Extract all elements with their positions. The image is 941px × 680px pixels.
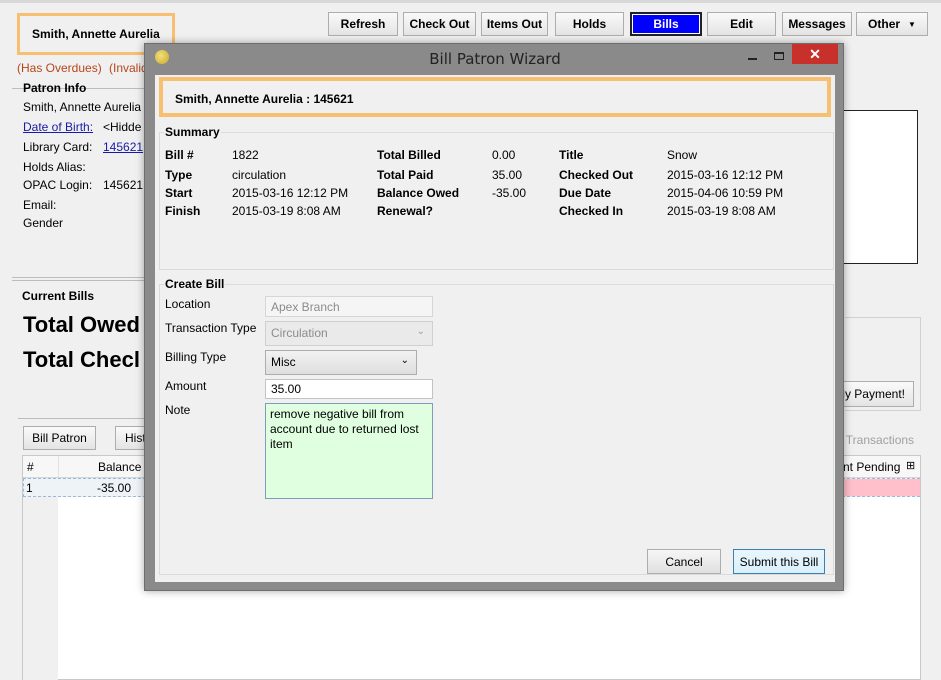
cancel-button[interactable]: Cancel [647, 549, 721, 574]
chevron-down-icon: ⌄ [400, 355, 409, 366]
column-chooser-icon[interactable]: ⊞ [906, 459, 915, 472]
create-bill-title: Create Bill [164, 277, 226, 291]
billing-type-select[interactable]: Misc ⌄ [265, 350, 417, 375]
due-date-value: 2015-04-06 10:59 PM [667, 186, 784, 200]
renewal-label: Renewal? [377, 204, 434, 218]
submit-label: Submit this Bill [739, 554, 819, 569]
minimize-button[interactable] [742, 46, 762, 66]
col-divider [58, 456, 59, 477]
patron-full-name: Smith, Annette Aurelia [23, 100, 142, 114]
checked-out-value: 2015-03-16 12:12 PM [667, 168, 784, 182]
grid-row-header-column [23, 497, 58, 680]
transaction-type-value: Circulation [271, 326, 328, 340]
checked-out-label: Checked Out [559, 168, 634, 182]
amount-input[interactable]: 35.00 [265, 379, 433, 399]
dialog-body: Smith, Annette Aurelia : 145621 Summary … [155, 75, 835, 582]
summary-title: Summary [164, 125, 221, 139]
opac-login-value: 145621 [103, 178, 144, 192]
dialog-title: Bill Patron Wizard [429, 50, 561, 68]
chevron-down-icon: ▼ [908, 19, 916, 29]
alert-overdues: (Has Overdues) [17, 61, 102, 75]
title-value: Snow [667, 148, 698, 162]
patron-info-title: Patron Info [23, 81, 87, 95]
total-billed-value: 0.00 [492, 148, 516, 162]
top-strip [0, 0, 941, 3]
total-paid-value: 35.00 [492, 168, 523, 182]
sections-divider-2 [12, 280, 147, 281]
billing-type-value: Misc [271, 355, 296, 369]
other-label: Other [868, 17, 901, 31]
current-bills-title: Current Bills [22, 289, 95, 303]
library-card-label: Library Card: [23, 140, 93, 154]
checked-in-label: Checked In [559, 204, 624, 218]
balance-owed-label: Balance Owed [377, 186, 460, 200]
row-balance: -35.00 [97, 481, 132, 495]
alert-invalid: (Invalid [109, 61, 148, 75]
col-number-header[interactable]: # [27, 460, 34, 474]
type-label: Type [165, 168, 193, 182]
maximize-button[interactable] [769, 46, 789, 66]
other-menu-button[interactable]: Other ▼ [856, 12, 928, 36]
close-icon: ✕ [809, 45, 821, 62]
location-label: Location [165, 297, 211, 311]
bill-number-value: 1822 [232, 148, 259, 162]
gender-label: Gender [23, 216, 64, 230]
billing-type-label: Billing Type [165, 350, 227, 364]
create-bill-group [159, 284, 834, 575]
dob-label-link[interactable]: Date of Birth: [23, 120, 93, 134]
check-out-button[interactable]: Check Out [403, 12, 476, 36]
start-label: Start [165, 186, 193, 200]
holds-alias-label: Holds Alias: [23, 160, 86, 174]
start-value: 2015-03-16 12:12 PM [232, 186, 349, 200]
due-date-label: Due Date [559, 186, 612, 200]
opac-login-label: OPAC Login: [23, 178, 93, 192]
finish-value: 2015-03-19 8:08 AM [232, 204, 341, 218]
title-label: Title [559, 148, 584, 162]
checked-in-value: 2015-03-19 8:08 AM [667, 204, 776, 218]
photo-panel [838, 110, 918, 264]
sections-divider [12, 277, 147, 278]
finish-label: Finish [165, 204, 201, 218]
library-card-link[interactable]: 145621 [103, 140, 143, 154]
submit-bill-button[interactable]: Submit this Bill [733, 549, 825, 574]
bills-button[interactable]: Bills [630, 12, 702, 36]
balance-owed-value: -35.00 [492, 186, 527, 200]
bills-divider [18, 418, 148, 419]
maximize-icon [774, 52, 784, 60]
location-field: Apex Branch [265, 296, 433, 317]
messages-button[interactable]: Messages [782, 12, 852, 36]
amount-label: Amount [165, 379, 207, 393]
row-number: 1 [26, 481, 33, 495]
col-pending-header[interactable]: nt Pending [843, 460, 900, 474]
items-out-button[interactable]: Items Out [481, 12, 548, 36]
show-transactions-label: d Transactions [836, 433, 915, 447]
dob-value: <Hidde [103, 120, 142, 134]
dialog-patron-header: Smith, Annette Aurelia : 145621 [159, 77, 831, 117]
cancel-label: Cancel [665, 554, 703, 569]
history-button[interactable]: Hist [115, 426, 146, 450]
total-paid-label: Total Paid [377, 168, 434, 182]
transaction-type-select: Circulation ⌄ [265, 321, 433, 346]
minimize-icon [747, 58, 757, 60]
total-checked-label: Total Checl [23, 347, 140, 372]
total-billed-label: Total Billed [377, 148, 441, 162]
bill-patron-wizard-dialog: Bill Patron Wizard ✕ Smith, Annette Aure… [144, 43, 844, 591]
total-owed-label: Total Owed [23, 312, 140, 337]
email-label: Email: [23, 198, 57, 212]
chevron-down-icon: ⌄ [416, 326, 425, 337]
bill-number-label: Bill # [165, 148, 194, 162]
transaction-type-label: Transaction Type [165, 321, 257, 335]
close-button[interactable]: ✕ [792, 44, 838, 64]
refresh-button[interactable]: Refresh [328, 12, 398, 36]
edit-button[interactable]: Edit [707, 12, 776, 36]
note-label: Note [165, 403, 191, 417]
note-textarea[interactable]: remove negative bill from account due to… [265, 403, 433, 499]
type-value: circulation [232, 168, 287, 182]
bill-patron-button[interactable]: Bill Patron [23, 426, 96, 450]
holds-button[interactable]: Holds [555, 12, 624, 36]
